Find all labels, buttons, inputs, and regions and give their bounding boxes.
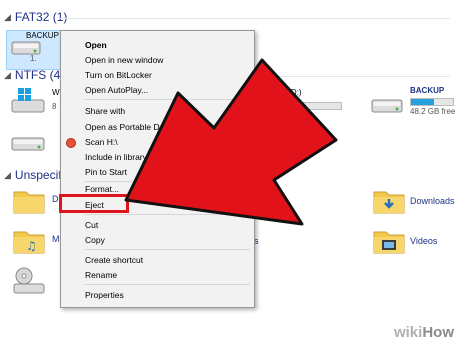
- watermark-how: How: [422, 324, 454, 341]
- pointer-arrow-icon: [124, 58, 338, 226]
- wikihow-watermark: wikiHow: [394, 324, 454, 341]
- watermark-wiki: wiki: [393, 324, 423, 341]
